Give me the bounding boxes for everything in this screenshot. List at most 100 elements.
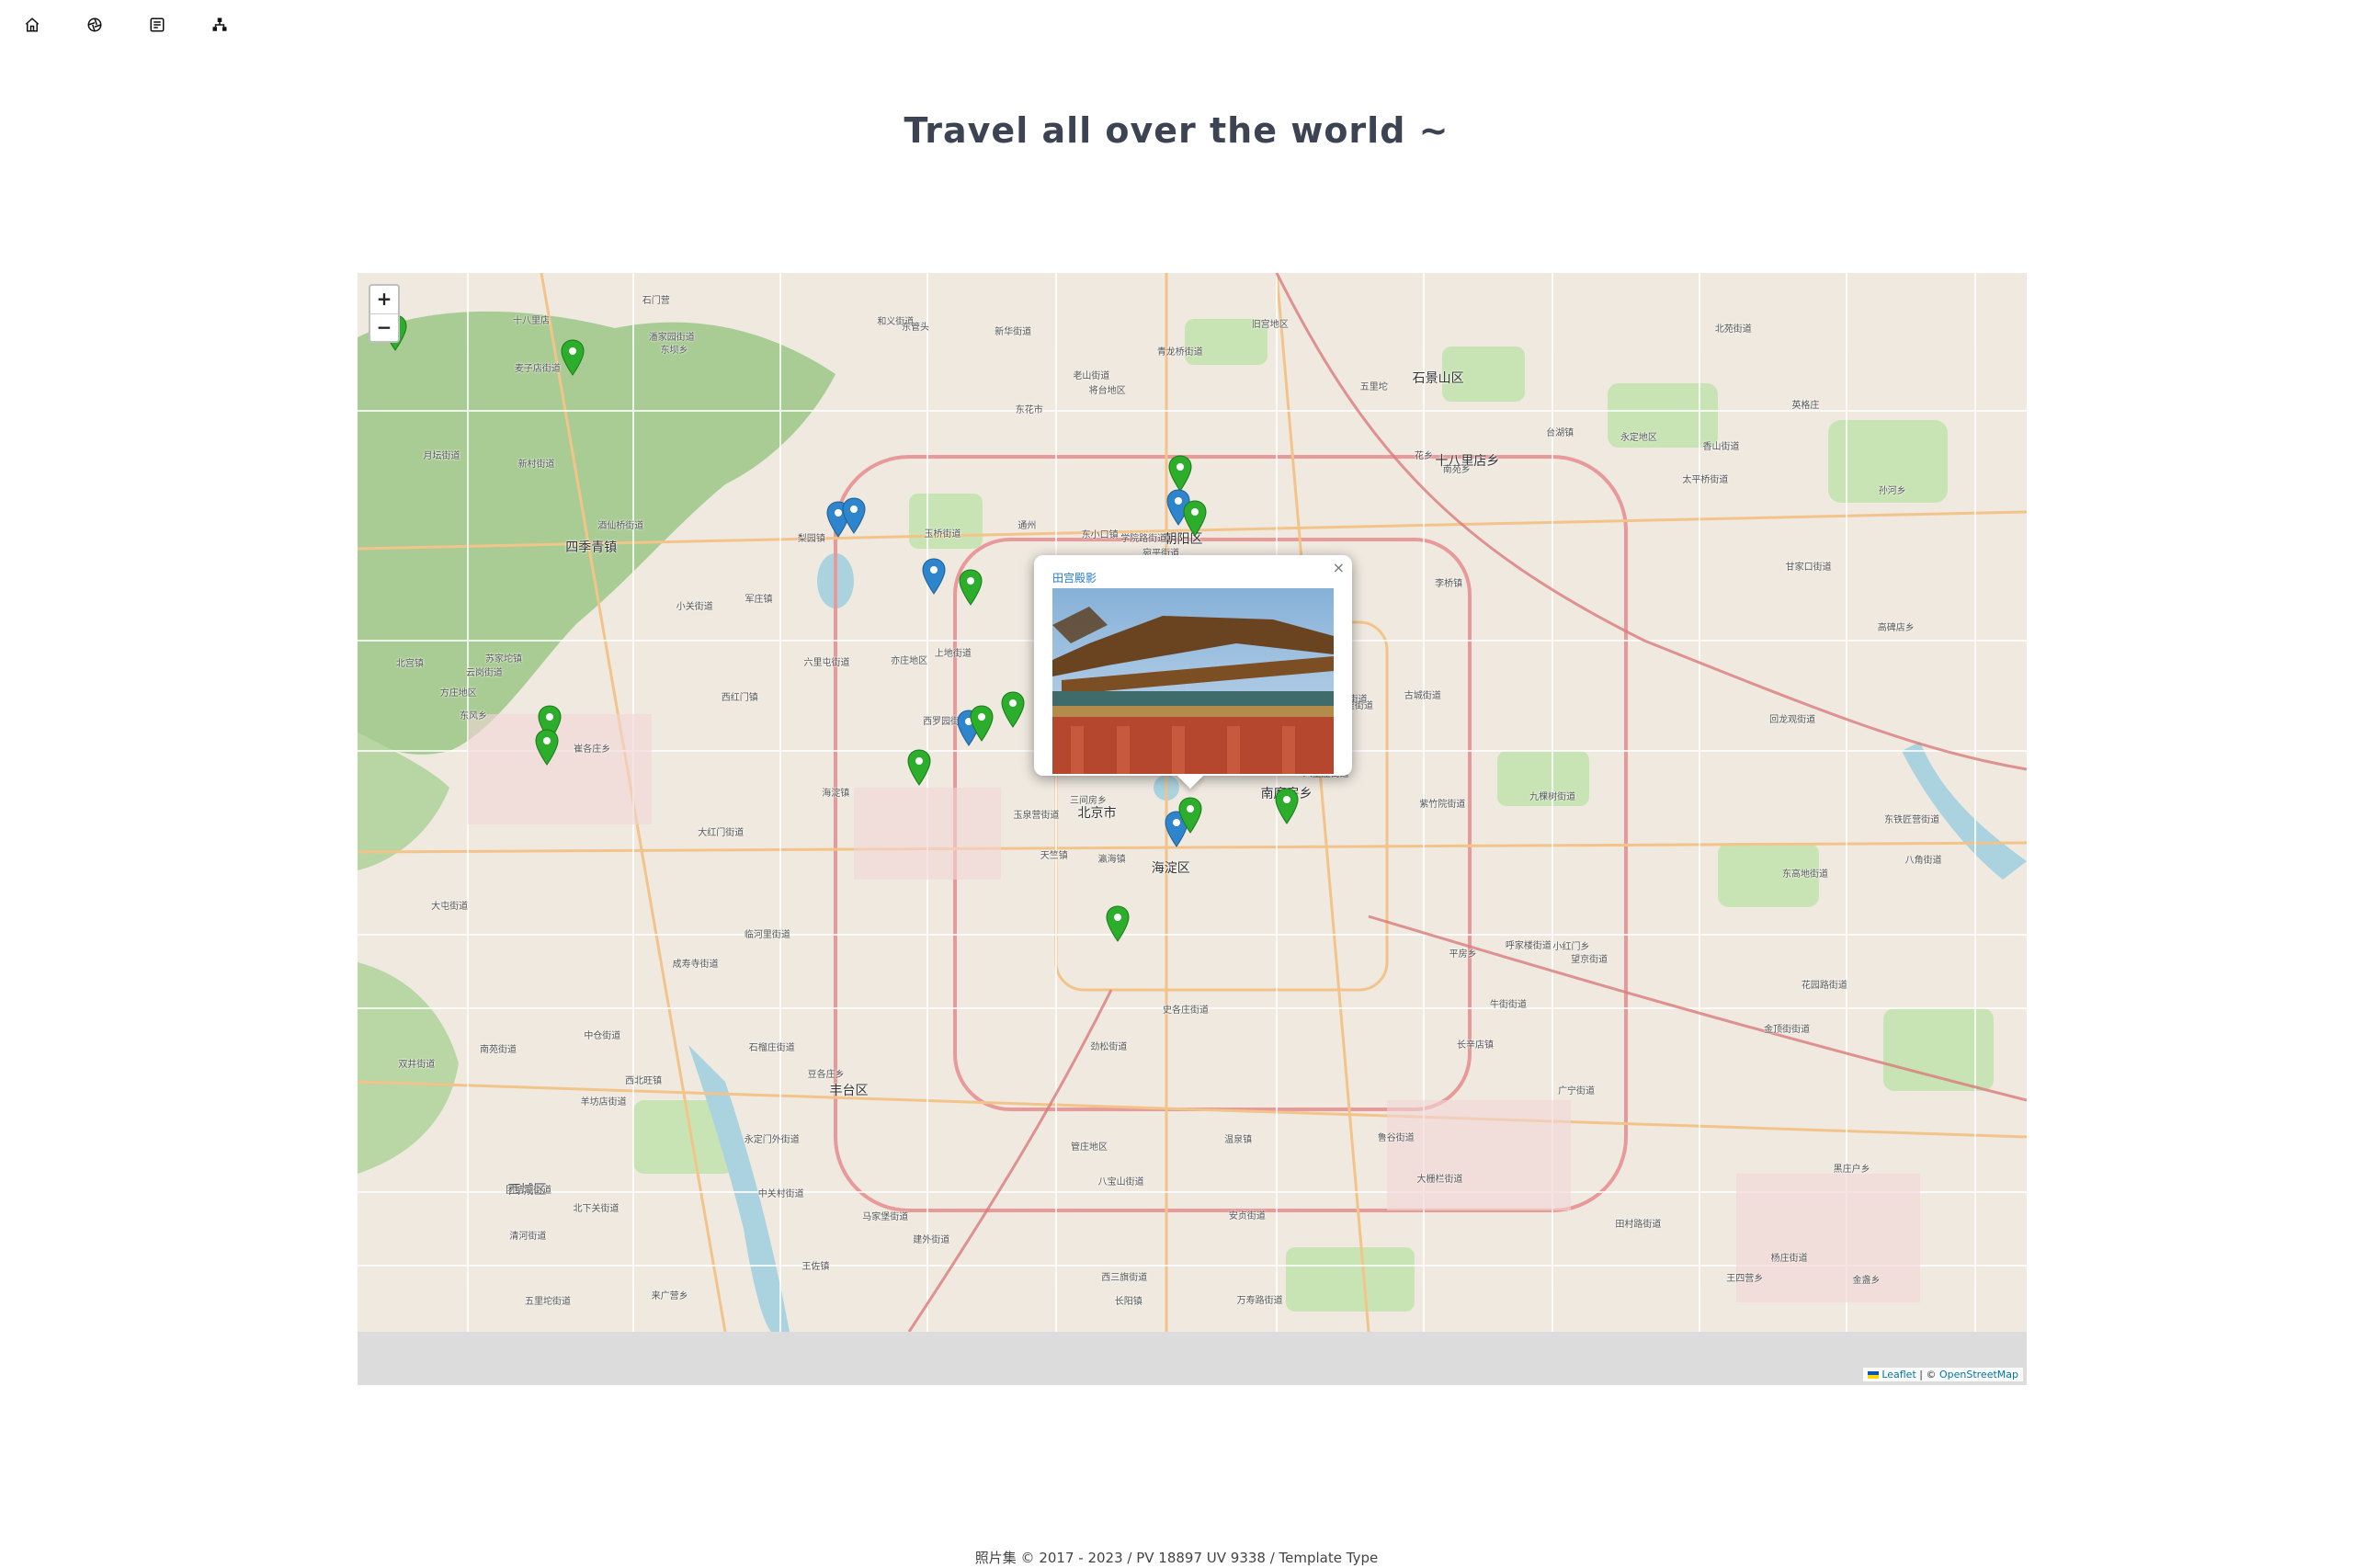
map-place-label: 八宝山街道 [1097,1176,1144,1187]
map-place-label: 东管头 [902,323,929,334]
map-place-label: 广宁街道 [1558,1085,1596,1096]
marker-green[interactable] [970,705,994,742]
map-place-label: 青龙桥街道 [1156,347,1203,358]
marker-green[interactable] [561,339,585,376]
ukraine-flag-icon [1867,1371,1879,1379]
marker-green[interactable] [535,729,559,766]
map-place-label: 牛街街道 [1490,1000,1528,1011]
map-place-label: 紫竹院街道 [1419,799,1466,810]
map-place-label: 三间房乡 [1070,796,1108,807]
map-place-label: 苏家坨镇 [484,654,522,665]
popup-title[interactable]: 田宫殿影 [1052,570,1097,585]
map-place-label: 学院路街道 [1120,533,1167,544]
popup-close-button[interactable]: × [1333,559,1345,576]
map-place-label: 四季青镇 [565,540,618,556]
map-place-label: 临河里街道 [744,929,790,940]
marker-green[interactable] [1106,905,1130,942]
map-place-label: 玉泉营街道 [1013,810,1060,821]
map-place-label: 老山街道 [1073,370,1110,381]
map-place-label: 崔各庄乡 [574,744,611,755]
map-place-label: 石榴庄街道 [748,1042,795,1053]
map-place-label: 酒仙桥街道 [597,521,644,532]
map-place-label: 孙河乡 [1878,486,1906,497]
marker-blue[interactable] [922,558,946,595]
map-place-label: 东花市 [1015,404,1043,415]
marker-green[interactable] [1168,455,1192,492]
map-place-label: 东高地街道 [1782,869,1829,881]
map-place-label: 海淀区 [1151,860,1190,876]
marker-green[interactable] [1183,500,1207,537]
map-place-label: 丰台区 [829,1084,869,1099]
map-place-label: 小关街道 [676,602,713,613]
map-place-label: 中关村街道 [757,1188,804,1199]
map-place-label: 古城街道 [1404,690,1441,701]
map-place-label: 万寿路街道 [1236,1295,1283,1306]
map-place-label: 东坝乡 [660,346,688,357]
leaflet-link[interactable]: Leaflet [1881,1369,1915,1381]
map-place-label: 南苑街道 [479,1044,517,1055]
map-place-label: 十八里店 [513,316,551,327]
map-place-label: 东铁匠营街道 [1884,814,1940,825]
map-place-label: 旧宫地区 [1251,319,1289,330]
map-container[interactable]: 海淀区四季青镇北京市西城区东城区丰台区石景山区朝阳区十八里店乡南磨房乡东坝乡金盏… [358,273,2027,1385]
zoom-control: + − [369,284,400,343]
aperture-icon[interactable] [86,15,149,35]
map-place-label: 花园路街道 [1801,980,1847,991]
map-place-label: 西红门镇 [721,692,758,703]
top-nav [24,15,274,35]
map-place-label: 双井街道 [398,1059,436,1070]
map-place-label: 台湖镇 [1546,428,1574,438]
map-place-label: 大红门街道 [698,828,745,839]
map-place-label: 梨园镇 [797,534,825,545]
osm-link[interactable]: OpenStreetMap [1939,1369,2018,1381]
map-place-label: 上地街道 [934,649,972,660]
map-place-label: 史各庄街道 [1162,1006,1209,1017]
map-place-label: 石门营 [642,295,670,306]
map-place-label: 亦庄地区 [891,656,928,667]
map-place-label: 潘家园街道 [648,333,695,344]
map-place-label: 呼家楼街道 [1505,941,1552,952]
map-place-label: 新村街道 [517,460,555,471]
marker-green[interactable] [1178,797,1202,834]
zoom-out-button[interactable]: − [370,314,398,342]
map-place-label: 李桥镇 [1435,578,1463,589]
popup-photo[interactable] [1052,588,1334,774]
map-place-label: 王佐镇 [801,1262,830,1273]
map-place-label: 黑庄户乡 [1833,1165,1870,1176]
marker-green[interactable] [907,749,931,786]
map-place-label: 北下关街道 [573,1203,620,1214]
marker-green[interactable] [1275,788,1299,824]
map-place-label: 高碑店乡 [1877,623,1915,634]
map-place-label: 永定门外街道 [744,1134,800,1145]
map-place-label: 太平桥街道 [1682,475,1729,486]
zoom-in-button[interactable]: + [370,286,398,314]
map-place-label: 西三旗街道 [1101,1272,1148,1283]
sitemap-icon[interactable] [211,15,274,35]
map-place-label: 石景山区 [1412,371,1464,387]
marker-green[interactable] [959,569,983,606]
map-place-label: 长阳镇 [1114,1296,1142,1307]
map-place-label: 大屯街道 [431,902,469,913]
map-place-label: 六里屯街道 [803,658,850,669]
map-place-label: 杨庄街道 [1770,1253,1808,1264]
map-place-label: 军庄镇 [745,594,773,605]
map-place-label: 月坛街道 [423,450,460,461]
footer: 照片集 © 2017 - 2023 / PV 18897 UV 9338 / T… [0,1548,2353,1567]
home-icon[interactable] [24,15,86,35]
attribution-sep: | © [1915,1369,1939,1381]
gallery-icon[interactable] [149,15,211,35]
map-place-label: 平房乡 [1449,949,1477,960]
map-place-label: 金顶街街道 [1764,1025,1811,1036]
map-place-label: 中仓街道 [584,1031,621,1042]
map-place-label: 田村路街道 [1615,1220,1662,1231]
map-place-label: 王四营乡 [1726,1274,1764,1285]
map-place-label: 回龙观街道 [1769,715,1816,726]
map-place-label: 来广营乡 [651,1291,688,1302]
map-place-label: 香山街道 [1702,442,1740,453]
marker-blue[interactable] [842,497,866,534]
map-place-label: 清河街道 [509,1231,547,1242]
map-place-label: 甘家口街道 [1785,562,1832,573]
map-place-label: 鲁谷街道 [1377,1133,1415,1144]
map-place-label: 劲松街道 [1090,1041,1128,1052]
marker-green[interactable] [1001,691,1025,728]
